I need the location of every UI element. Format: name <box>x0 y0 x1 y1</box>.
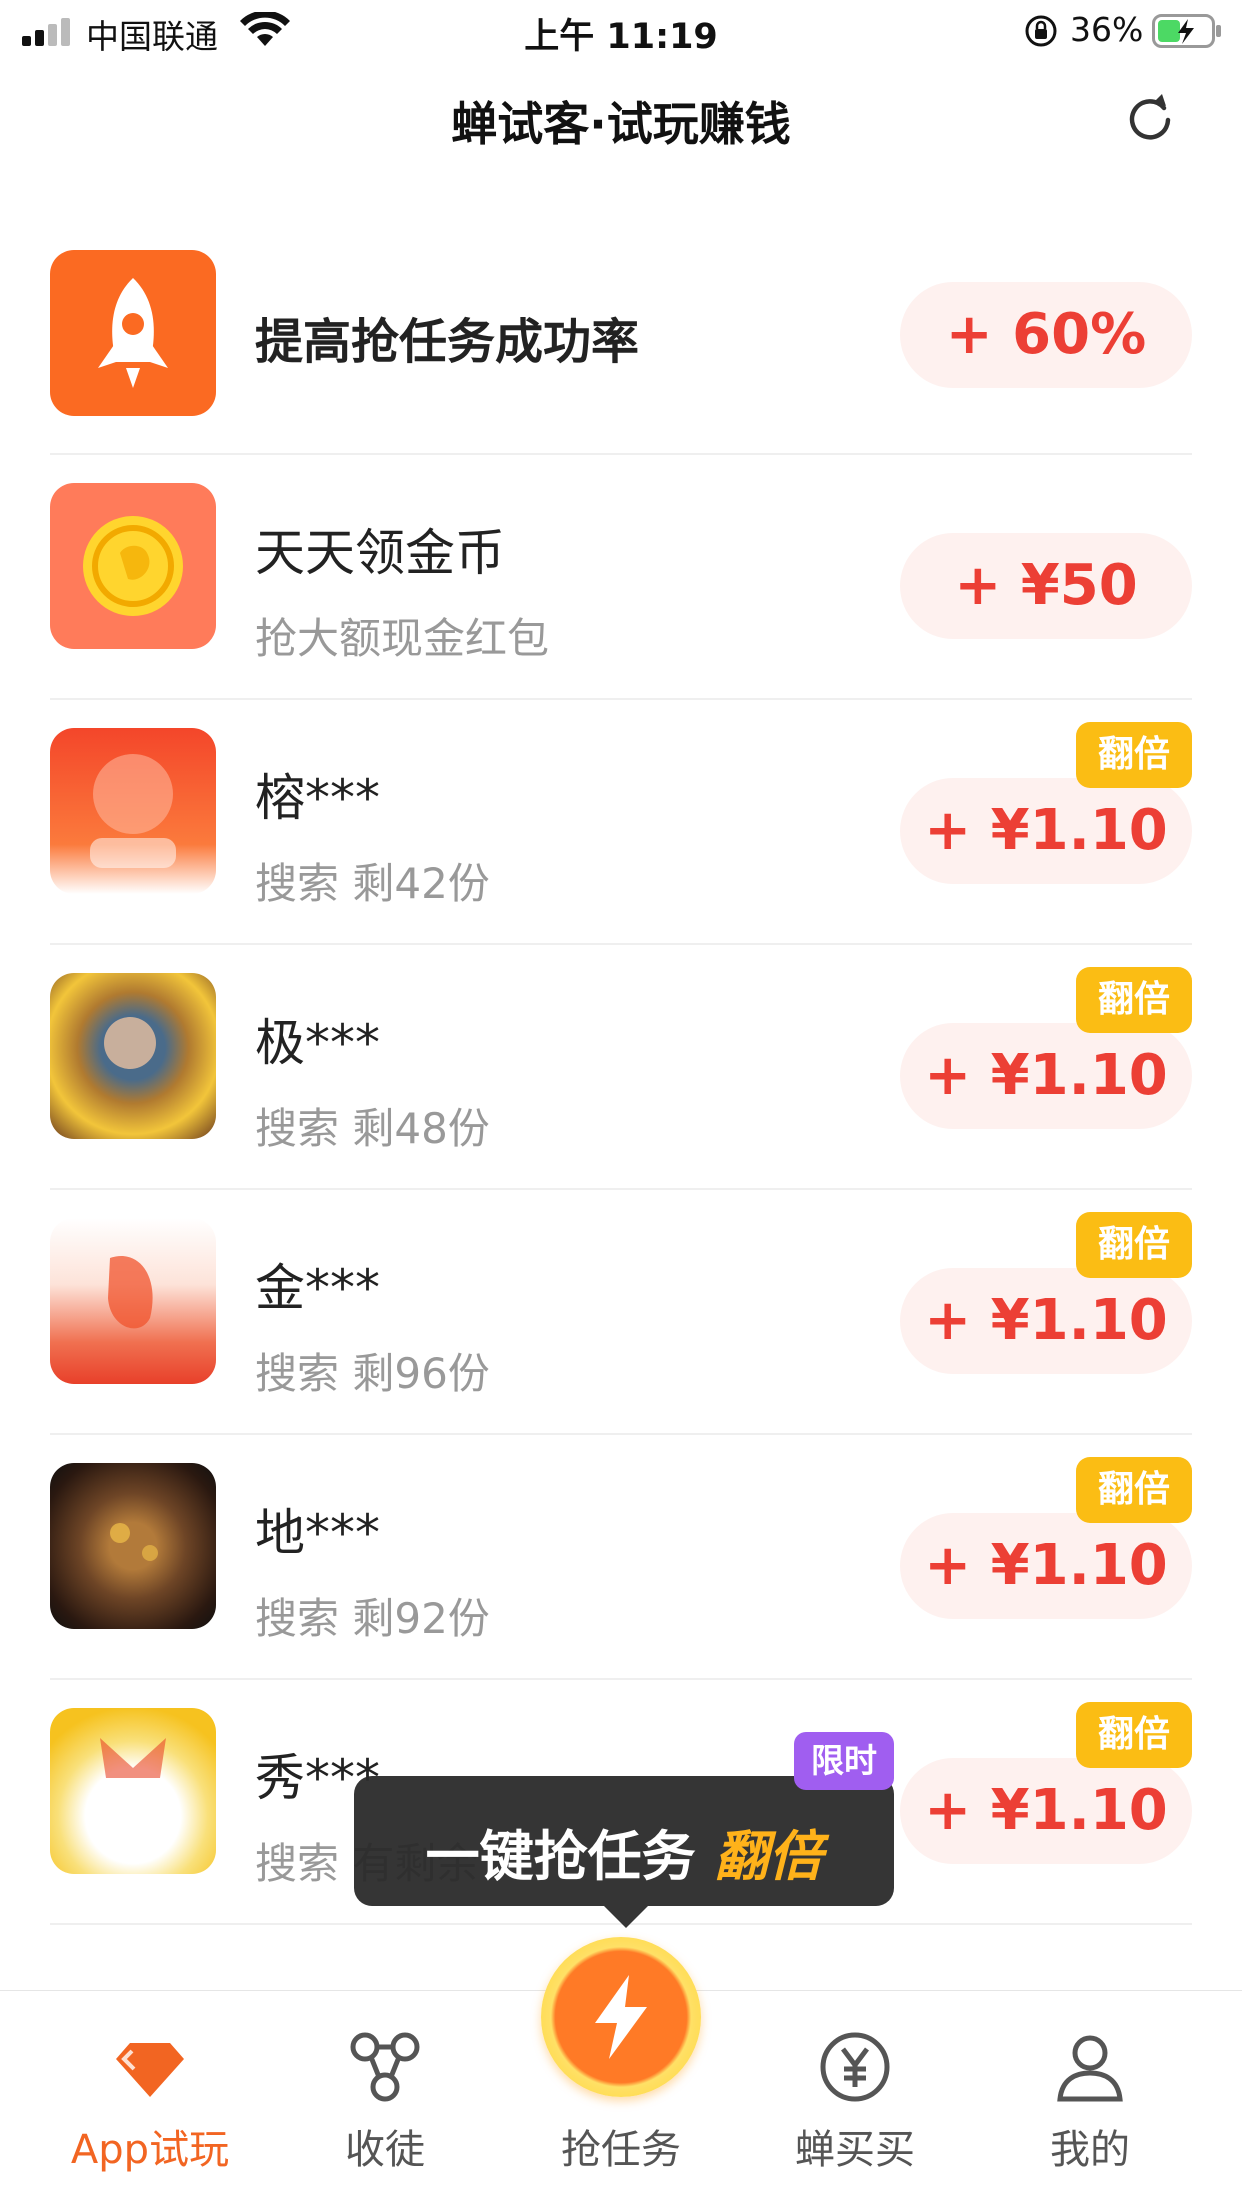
coin-icon <box>50 483 216 649</box>
tab-label: App试玩 <box>70 2127 230 2173</box>
reward-button[interactable]: + 60% <box>900 282 1192 388</box>
tab-label: 收徒 <box>345 2127 425 2173</box>
reward-button[interactable]: + ¥1.10 <box>900 1513 1192 1619</box>
double-badge: 翻倍 <box>1076 967 1192 1033</box>
page-title: 蝉试客·试玩赚钱 <box>451 97 791 151</box>
app-thumbnail-icon <box>50 973 216 1139</box>
tab-label: 抢任务 <box>561 2127 681 2173</box>
list-item[interactable]: 提高抢任务成功率 + 60% <box>50 222 1192 455</box>
reward-button[interactable]: + ¥1.10 <box>900 1023 1192 1129</box>
popup-main-text: 一键抢任务 <box>425 1825 696 1888</box>
task-subtitle: 抢大额现金红包 <box>255 614 550 663</box>
tab-label: 蝉买买 <box>795 2127 915 2173</box>
yen-circle-icon <box>820 2032 890 2102</box>
orientation-lock-icon <box>1025 15 1057 47</box>
tab-apprentice[interactable]: 收徒 <box>285 1991 485 2208</box>
list-item[interactable]: 地*** 搜索 剩92份 + ¥1.10 翻倍 <box>50 1435 1192 1680</box>
tab-label: 我的 <box>1050 2127 1130 2173</box>
task-subtitle: 搜索 剩42份 <box>255 859 490 908</box>
popup-text: 一键抢任务 翻倍 <box>354 1812 894 1891</box>
reward-button[interactable]: + ¥1.10 <box>900 1758 1192 1864</box>
diamond-icon <box>116 2043 184 2097</box>
tab-chan-mai-mai[interactable]: 蝉买买 <box>755 1991 955 2208</box>
double-badge: 翻倍 <box>1076 722 1192 788</box>
refresh-icon[interactable] <box>1124 92 1176 144</box>
list-item[interactable]: 金*** 搜索 剩96份 + ¥1.10 翻倍 <box>50 1190 1192 1435</box>
task-name: 极*** <box>255 1014 380 1072</box>
list-item[interactable]: 极*** 搜索 剩48份 + ¥1.10 翻倍 <box>50 945 1192 1190</box>
reward-button[interactable]: + ¥1.10 <box>900 778 1192 884</box>
lightning-icon <box>595 1975 647 2059</box>
double-badge: 翻倍 <box>1076 1212 1192 1278</box>
app-thumbnail-icon <box>50 1708 216 1874</box>
reward-button[interactable]: + ¥50 <box>900 533 1192 639</box>
tab-mine[interactable]: 我的 <box>990 1991 1190 2208</box>
task-name: 天天领金币 <box>255 524 505 582</box>
task-name: 金*** <box>255 1259 380 1317</box>
list-item[interactable]: 榕*** 搜索 剩42份 + ¥1.10 翻倍 <box>50 700 1192 945</box>
task-list: 提高抢任务成功率 + 60% 天天领金币 抢大额现金红包 + ¥50 榕*** … <box>50 222 1192 1925</box>
task-name: 地*** <box>255 1504 380 1562</box>
limited-time-tag: 限时 <box>794 1732 894 1790</box>
grab-task-popup[interactable]: 一键抢任务 翻倍 限时 <box>354 1732 894 1928</box>
task-subtitle: 搜索 剩48份 <box>255 1104 490 1153</box>
task-subtitle: 搜索 剩96份 <box>255 1349 490 1398</box>
battery-icon <box>1152 14 1221 48</box>
app-thumbnail-icon <box>50 728 216 894</box>
task-name: 提高抢任务成功率 <box>255 314 640 370</box>
share-nodes-icon <box>350 2032 420 2102</box>
task-name: 榕*** <box>255 769 380 827</box>
list-item[interactable]: 天天领金币 抢大额现金红包 + ¥50 <box>50 455 1192 700</box>
app-thumbnail-icon <box>50 1218 216 1384</box>
popup-highlight: 翻倍 <box>714 1825 823 1888</box>
app-thumbnail-icon <box>50 1463 216 1629</box>
rocket-icon <box>50 250 216 416</box>
grab-task-button[interactable] <box>541 1937 701 2097</box>
tab-app-trial[interactable]: App试玩 <box>50 1991 250 2208</box>
person-icon <box>1057 2035 1123 2102</box>
task-subtitle: 搜索 剩92份 <box>255 1594 490 1643</box>
battery-percent: 36% <box>1070 10 1144 49</box>
popup-arrow <box>604 1906 648 1928</box>
double-badge: 翻倍 <box>1076 1702 1192 1768</box>
reward-button[interactable]: + ¥1.10 <box>900 1268 1192 1374</box>
status-bar: 中国联通 上午 11:19 36% <box>0 0 1242 64</box>
double-badge: 翻倍 <box>1076 1457 1192 1523</box>
